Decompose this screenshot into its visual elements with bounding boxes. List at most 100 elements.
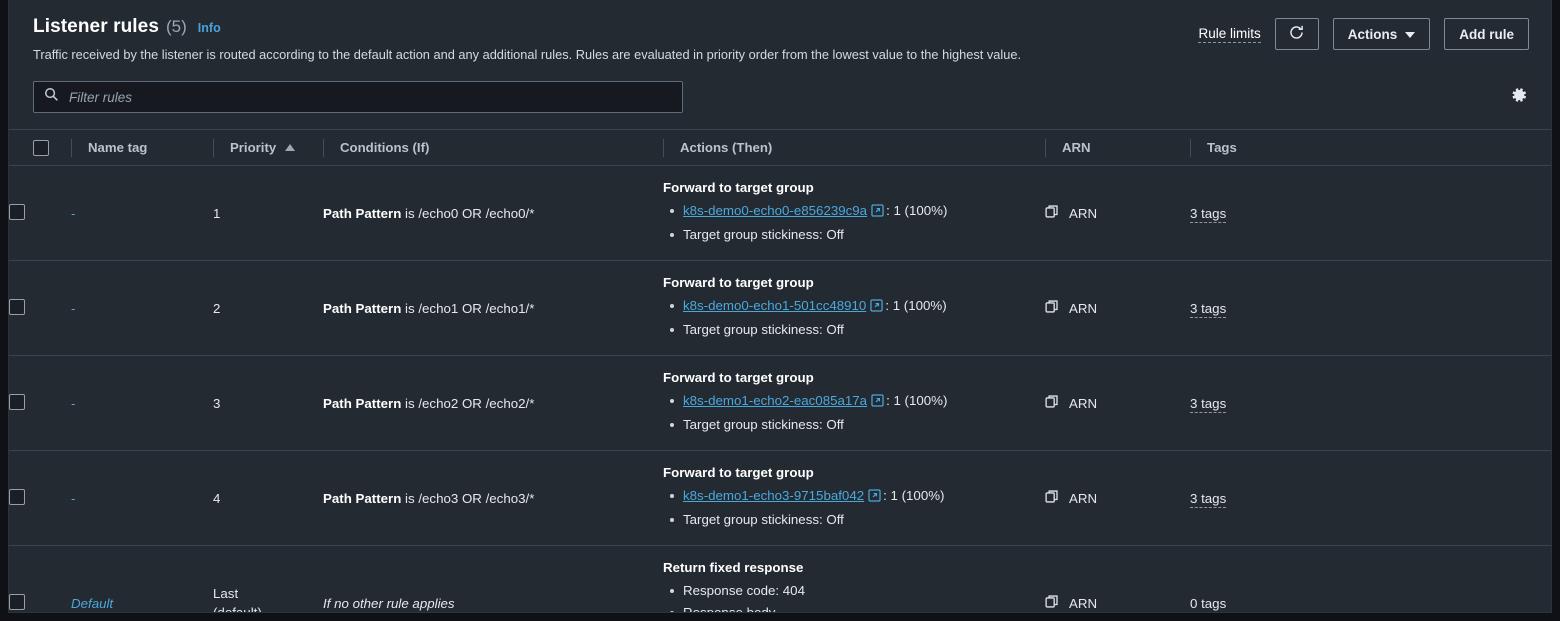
external-link-icon (871, 202, 884, 224)
row-select-cell (9, 165, 71, 261)
row-select-cell (9, 546, 71, 613)
condition-value: is /echo3 OR /echo3/* (405, 490, 535, 506)
target-group-link[interactable]: k8s-demo0-echo0-e856239c9a (683, 203, 867, 218)
table-row[interactable]: - 4 Path Pattern is /echo3 OR /echo3/* Forw… (9, 450, 1551, 546)
arn-label: ARN (1069, 205, 1098, 221)
rule-limits-link[interactable]: Rule limits (1198, 26, 1261, 43)
copy-icon[interactable] (1045, 299, 1060, 317)
action-title: Return fixed response (663, 560, 804, 575)
condition-value: If no other rule applies (323, 595, 455, 611)
tags-link[interactable]: 0 tags (1190, 595, 1227, 612)
column-header-actions[interactable]: Actions (Then) (680, 140, 772, 155)
refresh-icon (1288, 24, 1305, 44)
row-checkbox[interactable] (9, 203, 25, 220)
action-detail: Target group stickiness: Off (683, 322, 844, 337)
row-checkbox[interactable] (9, 298, 25, 315)
conditions-cell: Path Pattern is /echo0 OR /echo0/* (323, 165, 663, 261)
copy-icon[interactable] (1045, 594, 1060, 612)
name-tag-cell: Default (71, 546, 213, 613)
copy-icon[interactable] (1045, 204, 1060, 222)
table-row[interactable]: -3 Path Pattern is /echo2 OR /echo2/* Forw… (9, 355, 1551, 451)
conditions-cell: Path Pattern is /echo2 OR /echo2/* (323, 355, 663, 451)
priority-value: 2 (213, 300, 221, 316)
name-tag-link[interactable]: - (71, 491, 75, 506)
copy-icon[interactable] (1045, 489, 1060, 507)
name-tag-link[interactable]: - (71, 206, 75, 221)
row-select-cell (9, 260, 71, 356)
condition-field: Path Pattern (323, 205, 402, 221)
conditions-cell: Path Pattern is /echo3 OR /echo3/* (323, 450, 663, 546)
condition-value: is /echo0 OR /echo0/* (405, 205, 535, 221)
sort-ascending-icon[interactable] (285, 144, 296, 151)
filter-rules-placeholder: Filter rules (69, 89, 133, 105)
action-item-list: Response code: 404Response bodyResponse … (663, 580, 1045, 612)
priority-value: 4 (213, 490, 221, 506)
action-title: Forward to target group (663, 465, 814, 480)
add-rule-button[interactable]: Add rule (1444, 18, 1529, 50)
condition-field: Path Pattern (323, 395, 402, 411)
actions-cell: Forward to target group k8s-demo0-echo0-e… (663, 165, 1045, 261)
external-link-icon (868, 487, 881, 509)
tags-link[interactable]: 3 tags (1190, 300, 1227, 318)
actions-cell: Return fixed response Response code: 404 R… (663, 546, 1045, 612)
tags-cell: 3 tags (1190, 165, 1551, 261)
actions-button[interactable]: Actions (1332, 18, 1431, 50)
target-group-weight: : 1 (100%) (886, 203, 948, 218)
table-preferences-button[interactable] (1505, 83, 1533, 111)
target-group-link[interactable]: k8s-demo1-echo3-9715baf042 (683, 488, 864, 503)
row-checkbox[interactable] (9, 593, 25, 610)
table-row[interactable]: Default Last (default) If no other rule app… (9, 546, 1551, 613)
name-tag-cell: - (71, 450, 213, 546)
action-item-list: k8s-demo1-echo3-9715baf042 : 1 (100%) Targ… (663, 485, 1045, 531)
external-link-icon (871, 392, 884, 414)
listener-rules-card: Listener rules (5) Info Traffic received… (8, 0, 1552, 613)
arn-label: ARN (1069, 300, 1098, 316)
table-row[interactable]: -1 Path Pattern is /echo0 OR /echo0/* Forw… (9, 165, 1551, 261)
actions-label: Actions (1347, 26, 1398, 42)
row-select-cell (9, 450, 71, 546)
refresh-button[interactable] (1274, 18, 1319, 50)
name-tag-link[interactable]: - (71, 301, 75, 316)
action-item-list: k8s-demo1-echo2-eac085a17a: 1 (100%) Targ… (663, 390, 1045, 436)
info-link[interactable]: Info (198, 21, 221, 35)
list-item: Response code: 404 (663, 580, 1045, 602)
tags-cell: 0 tags (1190, 546, 1551, 612)
target-group-link[interactable]: k8s-demo0-echo1-501cc48910 (683, 298, 866, 313)
target-group-weight: : 1 (100%) (883, 488, 945, 503)
actions-cell: Forward to target group k8s-demo1-echo3-9… (663, 450, 1045, 546)
column-header-tags[interactable]: Tags (1207, 140, 1237, 155)
target-group-link[interactable]: k8s-demo1-echo2-eac085a17a (683, 393, 867, 408)
action-item-list: k8s-demo0-echo1-501cc48910: 1 (100%) Targ… (663, 295, 1045, 341)
column-header-conditions[interactable]: Conditions (If) (340, 140, 429, 155)
table-body: -1 Path Pattern is /echo0 OR /echo0/* Forw… (9, 165, 1551, 613)
list-item: Response body (663, 602, 1045, 612)
add-rule-label: Add rule (1459, 26, 1514, 42)
column-header-name-tag[interactable]: Name tag (88, 140, 147, 155)
arn-cell: ARN (1045, 165, 1190, 261)
tags-link[interactable]: 3 tags (1190, 395, 1227, 413)
action-detail: Target group stickiness: Off (683, 512, 844, 527)
tags-link[interactable]: 3 tags (1190, 205, 1227, 223)
listener-rules-page: Listener rules (5) Info Traffic received… (0, 0, 1560, 621)
tags-link[interactable]: 3 tags (1190, 490, 1227, 508)
listener-rules-table: Name tag Priority Conditions (If) Action… (9, 129, 1551, 613)
action-title: Forward to target group (663, 275, 814, 290)
name-tag-cell: - (71, 165, 213, 261)
name-tag-link[interactable]: - (71, 396, 75, 411)
table-row[interactable]: -2 Path Pattern is /echo1 OR /echo1/* Forw… (9, 260, 1551, 356)
select-all-checkbox[interactable] (33, 139, 49, 156)
list-item: k8s-demo1-echo2-eac085a17a: 1 (100%) (663, 390, 1045, 414)
copy-icon[interactable] (1045, 394, 1060, 412)
filter-rules-input[interactable]: Filter rules (33, 81, 683, 113)
gear-icon (1510, 86, 1528, 109)
row-checkbox[interactable] (9, 488, 25, 505)
condition-value: is /echo1 OR /echo1/* (405, 300, 535, 316)
name-tag-link[interactable]: Default (71, 596, 113, 611)
arn-label: ARN (1069, 395, 1098, 411)
column-header-priority[interactable]: Priority (230, 140, 276, 155)
priority-cell: 3 (213, 355, 323, 451)
column-header-arn[interactable]: ARN (1062, 140, 1091, 155)
row-checkbox[interactable] (9, 393, 25, 410)
arn-cell: ARN (1045, 546, 1190, 613)
name-tag-cell: - (71, 260, 213, 356)
